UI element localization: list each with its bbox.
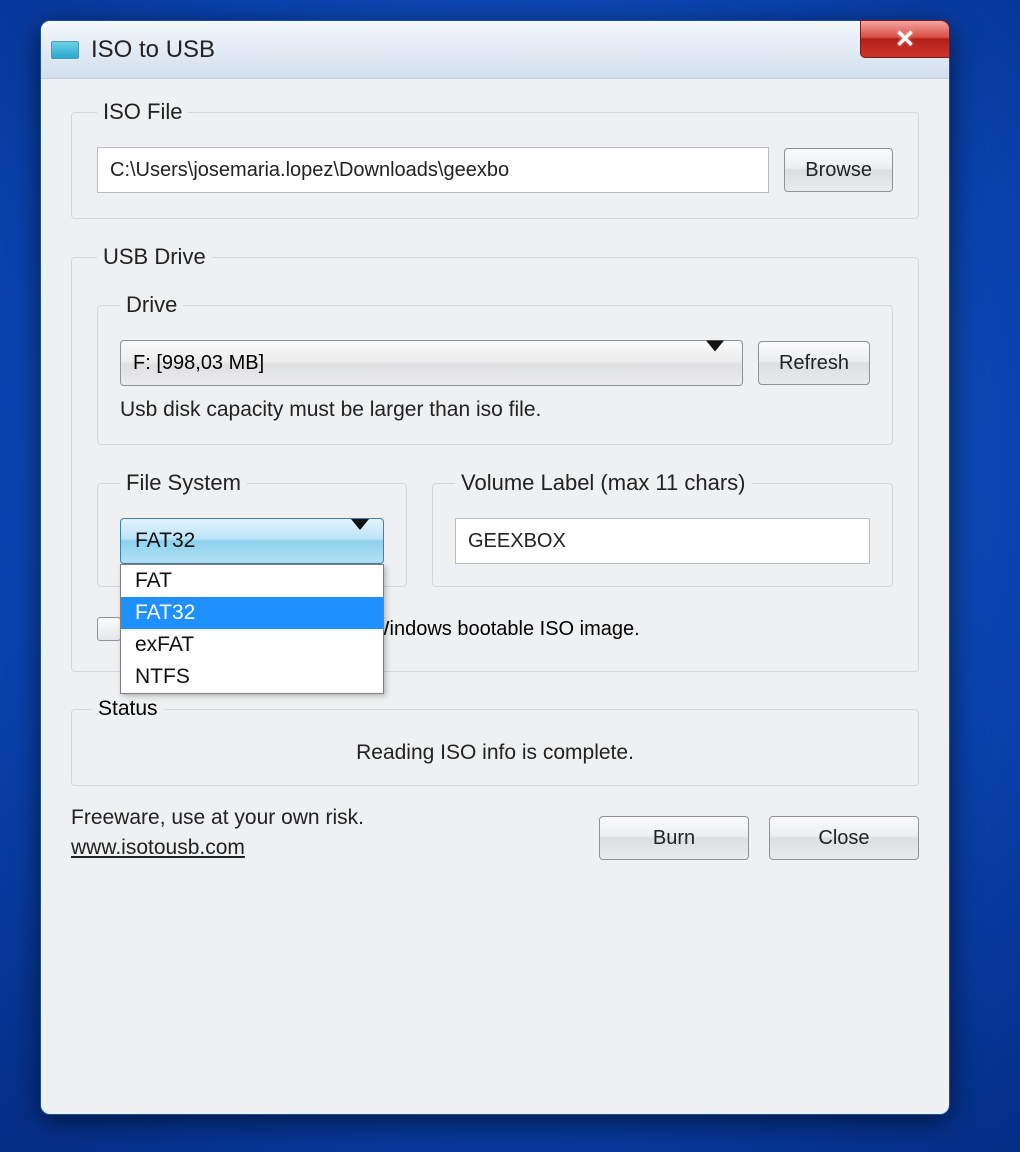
- status-legend: Status: [92, 697, 164, 721]
- main-window: ISO to USB ✕ ISO File Browse USB Drive D…: [40, 20, 950, 1115]
- close-icon: ✕: [895, 25, 915, 54]
- refresh-button[interactable]: Refresh: [758, 341, 870, 385]
- file-system-combo[interactable]: FAT32: [120, 518, 384, 564]
- client-area: ISO File Browse USB Drive Drive F: [998,…: [41, 79, 949, 875]
- close-button-footer[interactable]: Close: [769, 816, 919, 860]
- fs-option-exfat[interactable]: exFAT: [121, 629, 383, 661]
- iso-file-legend: ISO File: [97, 99, 188, 125]
- iso-file-group: ISO File Browse: [71, 99, 919, 219]
- drive-selected: F: [998,03 MB]: [133, 352, 264, 375]
- status-group: Status Reading ISO info is complete.: [71, 697, 919, 786]
- fs-option-fat[interactable]: FAT: [121, 565, 383, 597]
- volume-label-group: Volume Label (max 11 chars): [432, 470, 893, 587]
- chevron-down-icon: [351, 530, 369, 553]
- usb-drive-group: USB Drive Drive F: [998,03 MB] Refresh U…: [71, 244, 919, 672]
- file-system-selected: FAT32: [135, 529, 195, 553]
- browse-button[interactable]: Browse: [784, 148, 893, 192]
- chevron-down-icon: [706, 352, 724, 375]
- status-text: Reading ISO info is complete.: [92, 741, 898, 765]
- volume-label-legend: Volume Label (max 11 chars): [455, 470, 752, 496]
- drive-combo[interactable]: F: [998,03 MB]: [120, 340, 743, 386]
- burn-button[interactable]: Burn: [599, 816, 749, 860]
- file-system-group: File System FAT32 FAT FAT32 exFAT NTFS: [97, 470, 407, 587]
- iso-path-input[interactable]: [97, 147, 769, 193]
- close-button[interactable]: ✕: [860, 20, 950, 58]
- usb-drive-legend: USB Drive: [97, 244, 212, 270]
- fs-option-ntfs[interactable]: NTFS: [121, 661, 383, 693]
- drive-subgroup: Drive F: [998,03 MB] Refresh Usb disk ca…: [97, 292, 893, 445]
- titlebar[interactable]: ISO to USB ✕: [41, 21, 949, 79]
- capacity-note: Usb disk capacity must be larger than is…: [120, 398, 870, 422]
- drive-legend: Drive: [120, 292, 183, 318]
- window-title: ISO to USB: [91, 36, 215, 64]
- footer: Freeware, use at your own risk. www.isot…: [71, 806, 919, 860]
- file-system-dropdown: FAT FAT32 exFAT NTFS: [120, 564, 384, 694]
- app-icon: [51, 41, 79, 59]
- risk-text: Freeware, use at your own risk.: [71, 806, 364, 830]
- volume-label-input[interactable]: [455, 518, 870, 564]
- fs-option-fat32[interactable]: FAT32: [121, 597, 383, 629]
- website-link[interactable]: www.isotousb.com: [71, 836, 364, 860]
- file-system-legend: File System: [120, 470, 247, 496]
- bootable-checkbox[interactable]: [97, 617, 121, 641]
